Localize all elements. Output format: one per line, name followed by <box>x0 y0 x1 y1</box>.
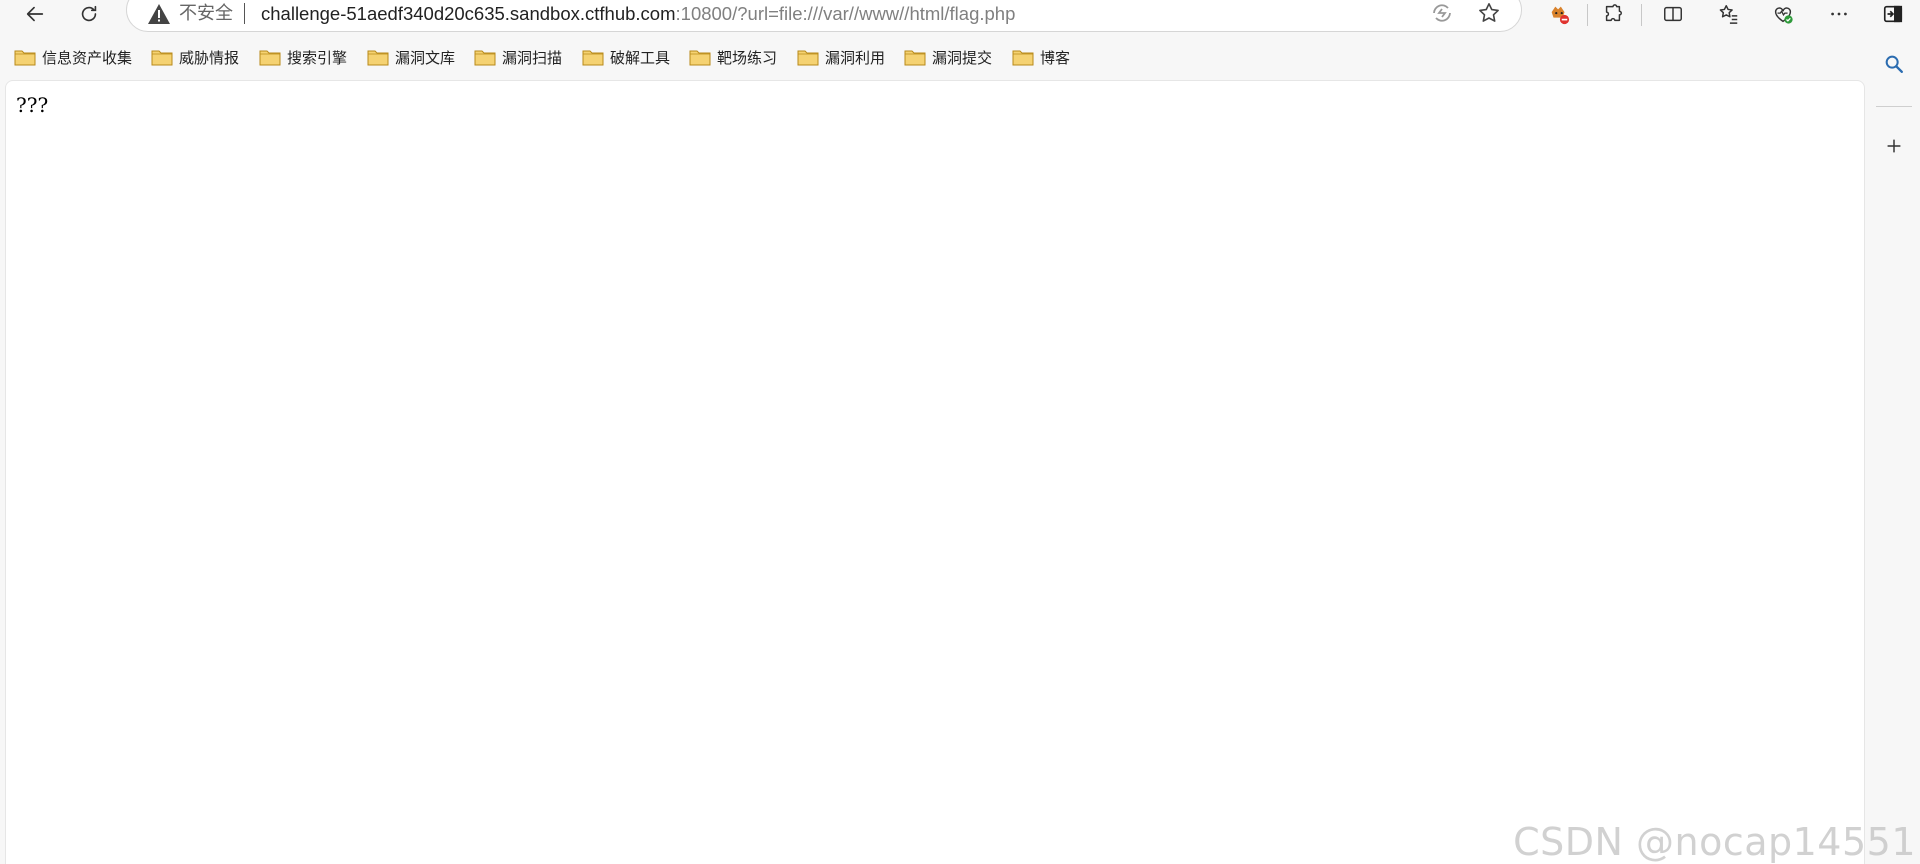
bookmark-folder[interactable]: 博客 <box>1012 43 1070 71</box>
folder-icon <box>797 50 819 66</box>
toolbar-divider <box>1641 4 1642 26</box>
warning-icon[interactable] <box>147 3 171 25</box>
bookmark-folder[interactable]: 漏洞提交 <box>904 43 992 71</box>
back-button[interactable] <box>18 0 52 28</box>
folder-icon <box>367 50 389 66</box>
bookmark-label: 漏洞文库 <box>395 48 456 67</box>
edge-sidebar <box>1868 40 1920 864</box>
folder-icon <box>474 50 496 66</box>
folder-icon <box>1012 50 1034 66</box>
more-dots-icon <box>1831 12 1847 16</box>
bookmark-folder[interactable]: 威胁情报 <box>151 43 239 71</box>
bookmarks-bar: 信息资产收集 威胁情报 搜索引擎 漏洞文库 漏洞扫描 破解工具 靶场练习 漏洞利… <box>0 43 1880 71</box>
favorites-list-icon <box>1719 5 1738 24</box>
sidebar-search-button[interactable] <box>1880 50 1908 78</box>
url-text[interactable]: challenge-51aedf340d20c635.sandbox.ctfhu… <box>261 3 1015 25</box>
bookmark-folder[interactable]: 靶场练习 <box>689 43 777 71</box>
url-host: challenge-51aedf340d20c635.sandbox.ctfhu… <box>261 3 676 24</box>
puzzle-piece-icon <box>1605 4 1622 22</box>
folder-icon <box>582 50 604 66</box>
browser-toolbar: 不安全 challenge-51aedf340d20c635.sandbox.c… <box>0 0 1920 32</box>
health-heart-icon <box>1774 7 1793 24</box>
bookmark-label: 威胁情报 <box>179 48 240 67</box>
folder-icon <box>14 50 36 66</box>
folder-icon <box>689 50 711 66</box>
folder-icon <box>904 50 926 66</box>
search-icon <box>1885 55 1903 73</box>
blocked-extension-button[interactable] <box>1542 0 1576 28</box>
toolbar-divider <box>1587 4 1588 26</box>
bookmark-label: 破解工具 <box>610 48 671 67</box>
bookmark-label: 漏洞扫描 <box>502 48 563 67</box>
blocked-extension-icon <box>1551 6 1570 25</box>
sidebar-toggle-icon <box>1883 5 1903 23</box>
bookmark-folder[interactable]: 搜索引擎 <box>259 43 347 71</box>
split-screen-icon <box>1664 6 1682 22</box>
bookmark-folder[interactable]: 漏洞利用 <box>797 43 885 71</box>
more-menu-button[interactable] <box>1822 0 1856 28</box>
favorites-button[interactable] <box>1712 0 1746 28</box>
sidebar-add-button[interactable] <box>1880 132 1908 160</box>
page-viewport: ??? <box>5 80 1865 864</box>
extensions-button[interactable] <box>1596 0 1630 28</box>
bookmark-folder[interactable]: 信息资产收集 <box>14 43 132 71</box>
address-divider <box>244 3 245 24</box>
bookmark-label: 靶场练习 <box>717 48 778 67</box>
sidebar-toggle-button[interactable] <box>1876 0 1910 28</box>
browser-window: 不安全 challenge-51aedf340d20c635.sandbox.c… <box>0 0 1920 864</box>
bookmark-label: 搜索引擎 <box>287 48 348 67</box>
refresh-icon <box>81 5 97 22</box>
favorite-star-icon[interactable] <box>1477 1 1501 25</box>
browser-essentials-button[interactable] <box>1766 0 1800 28</box>
bookmark-label: 漏洞利用 <box>825 48 886 67</box>
security-status-label[interactable]: 不安全 <box>179 3 233 25</box>
read-aloud-icon[interactable] <box>1430 1 1454 25</box>
plus-icon <box>1887 139 1901 153</box>
refresh-button[interactable] <box>72 0 106 28</box>
url-path: :10800/?url=file:///var//www//html/flag.… <box>675 3 1016 24</box>
address-bar[interactable]: 不安全 challenge-51aedf340d20c635.sandbox.c… <box>126 0 1522 32</box>
folder-icon <box>151 50 173 66</box>
bookmark-label: 信息资产收集 <box>42 48 133 67</box>
sidebar-divider <box>1876 106 1912 107</box>
bookmark-label: 博客 <box>1040 48 1071 67</box>
bookmark-label: 漏洞提交 <box>932 48 993 67</box>
page-body-text: ??? <box>16 93 49 117</box>
bookmark-folder[interactable]: 漏洞文库 <box>367 43 455 71</box>
split-screen-button[interactable] <box>1656 0 1690 28</box>
watermark: CSDN @nocap14551 <box>1513 820 1916 864</box>
bookmark-folder[interactable]: 漏洞扫描 <box>474 43 562 71</box>
back-arrow-icon <box>26 6 44 22</box>
bookmark-folder[interactable]: 破解工具 <box>582 43 670 71</box>
folder-icon <box>259 50 281 66</box>
